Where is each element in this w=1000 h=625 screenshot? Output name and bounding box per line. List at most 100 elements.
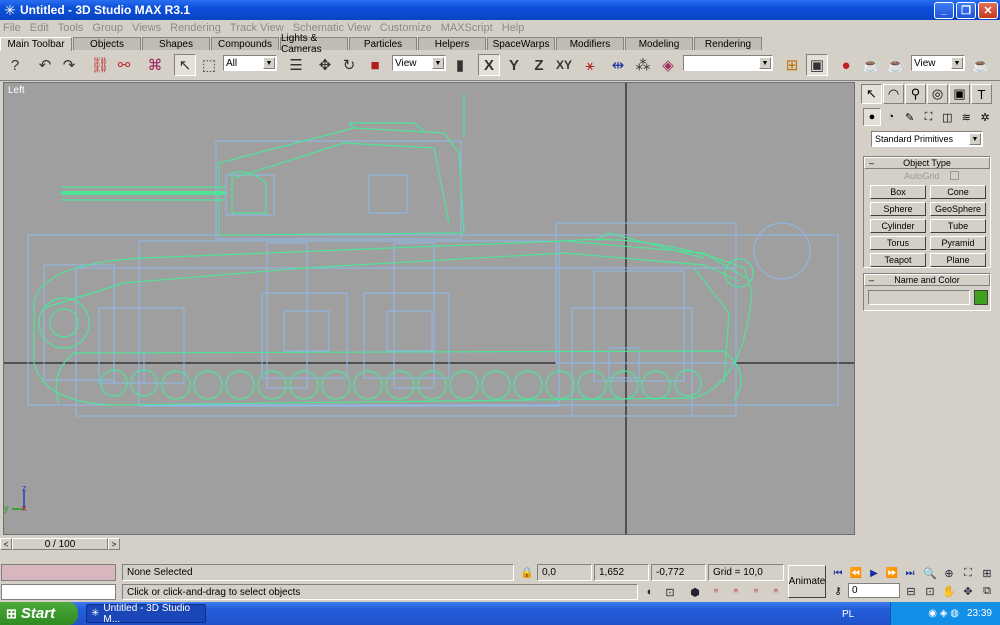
pyramid-button[interactable]: Pyramid (930, 236, 986, 250)
menu-maxscript[interactable]: MAXScript (441, 22, 493, 34)
angle-snap-icon[interactable]: ⊡ (662, 584, 678, 600)
lock-selection-icon[interactable]: 🔒 (520, 566, 534, 579)
key-mode-icon[interactable]: ⚷ (830, 584, 846, 598)
language-indicator[interactable]: PL (842, 609, 854, 620)
x-coordinate-field[interactable]: 0,0 (537, 564, 592, 581)
lights-icon[interactable]: ✎ (901, 108, 919, 126)
menu-group[interactable]: Group (92, 22, 123, 34)
viewport-label[interactable]: Left (8, 85, 25, 96)
tab-compounds[interactable]: Compounds (211, 37, 279, 50)
next-frame-icon[interactable]: ⏩ (884, 566, 900, 580)
time-slider-right-arrow[interactable]: > (108, 538, 120, 550)
start-button[interactable]: ⊞ Start (0, 602, 78, 625)
cone-button[interactable]: Cone (930, 185, 986, 199)
region-zoom-icon[interactable]: ⊡ (922, 583, 938, 599)
cameras-icon[interactable]: ⛶ (920, 108, 938, 126)
geometry-icon[interactable]: ● (863, 108, 881, 126)
left-viewport[interactable]: Left z y x (3, 82, 855, 535)
play-icon[interactable]: ▶ (866, 566, 882, 580)
snap-toggle-icon[interactable]: ◐ (642, 584, 658, 600)
time-slider-track[interactable] (120, 538, 855, 550)
close-button[interactable]: ✕ (978, 1, 998, 19)
min-max-toggle-icon[interactable]: ⧉ (979, 583, 995, 599)
time-slider-left-arrow[interactable]: < (0, 538, 12, 550)
time-slider-thumb[interactable]: 0 / 100 (12, 538, 108, 550)
goto-start-icon[interactable]: ⏮ (830, 566, 846, 580)
previous-frame-icon[interactable]: ⏪ (848, 566, 864, 580)
bind-to-spacewarp-icon[interactable]: ⌘ (144, 54, 166, 76)
reference-coordinate-select[interactable]: View ▼ (392, 55, 446, 71)
restrict-z-button[interactable]: Z (528, 54, 550, 76)
tab-lights-cameras[interactable]: Lights & Cameras (280, 33, 348, 55)
utilities-tab-icon[interactable]: T (971, 84, 992, 104)
menu-customize[interactable]: Customize (380, 22, 432, 34)
pan-icon[interactable]: ✋ (941, 583, 957, 599)
snap-percent-icon[interactable]: ⁿ (748, 584, 764, 600)
tab-spacewarps[interactable]: SpaceWarps (487, 37, 555, 50)
restrict-x-button[interactable]: X (478, 54, 500, 76)
select-by-name-icon[interactable]: ☰ (285, 54, 307, 76)
geometry-category-select[interactable]: Standard Primitives ▼ (871, 131, 983, 147)
menu-tools[interactable]: Tools (58, 22, 84, 34)
tab-shapes[interactable]: Shapes (142, 37, 210, 50)
align-icon[interactable]: ◈ (657, 54, 679, 76)
menu-help[interactable]: Help (502, 22, 525, 34)
object-color-swatch[interactable] (974, 290, 988, 305)
hierarchy-tab-icon[interactable]: ⚲ (905, 84, 926, 104)
taskbar-item-3dsmax[interactable]: ✳ Untitled - 3D Studio M... (86, 603, 206, 625)
z-coordinate-field[interactable]: -0,772 (651, 564, 706, 581)
systems-icon[interactable]: ✲ (976, 108, 994, 126)
inverse-kinematics-icon[interactable]: ⚹ (579, 54, 601, 76)
tray-icons[interactable]: ◉ ◈ ◍ (928, 608, 959, 619)
sphere-button[interactable]: Sphere (870, 202, 926, 216)
tab-modeling[interactable]: Modeling (625, 37, 693, 50)
mirror-icon[interactable]: ⇹ (607, 54, 629, 76)
snap-angle-icon[interactable]: ⁿ (728, 584, 744, 600)
quick-render-icon[interactable]: ☕ (885, 54, 907, 76)
clock[interactable]: 23:39 (967, 608, 992, 619)
create-tab-icon[interactable]: ↖ (861, 84, 882, 104)
restrict-y-button[interactable]: Y (503, 54, 525, 76)
max-app-icon[interactable]: ✳ (3, 3, 17, 17)
modify-tab-icon[interactable]: ◠ (883, 84, 904, 104)
teapot-button[interactable]: Teapot (870, 253, 926, 267)
object-type-header[interactable]: – Object Type (864, 157, 990, 169)
select-object-icon[interactable]: ↖ (174, 54, 196, 76)
tab-particles[interactable]: Particles (349, 37, 417, 50)
tab-rendering[interactable]: Rendering (694, 37, 762, 50)
select-and-rotate-icon[interactable]: ↻ (338, 54, 360, 76)
pivot-center-icon[interactable]: ▮ (449, 54, 471, 76)
torus-button[interactable]: Torus (870, 236, 926, 250)
restore-button[interactable]: ❐ (956, 1, 976, 19)
tab-objects[interactable]: Objects (73, 37, 141, 50)
animate-button[interactable]: Animate (788, 565, 826, 598)
select-and-link-icon[interactable]: ⛓ (89, 54, 111, 76)
render-scene-icon[interactable]: ☕ (860, 54, 882, 76)
helpers-icon[interactable]: ◫ (938, 108, 956, 126)
current-frame-field[interactable]: 0 (848, 583, 900, 598)
motion-tab-icon[interactable]: ◎ (927, 84, 948, 104)
object-name-field[interactable] (868, 290, 970, 305)
arc-rotate-icon[interactable]: ✥ (960, 583, 976, 599)
geosphere-button[interactable]: GeoSphere (930, 202, 986, 216)
tube-button[interactable]: Tube (930, 219, 986, 233)
spinner-snap-icon[interactable]: ⁿ (768, 584, 784, 600)
tab-helpers[interactable]: Helpers (418, 37, 486, 50)
spacewarps-icon[interactable]: ≋ (957, 108, 975, 126)
menu-track-view[interactable]: Track View (230, 22, 284, 34)
menu-views[interactable]: Views (132, 22, 161, 34)
render-last-icon[interactable]: ☕ (970, 54, 992, 76)
schematic-view-icon[interactable]: ▣ (806, 54, 828, 76)
render-type-select[interactable]: View ▼ (911, 55, 965, 71)
autogrid-checkbox[interactable] (950, 171, 959, 180)
zoom-extents-icon[interactable]: ⛶ (960, 565, 976, 581)
snap-3d-icon[interactable]: ⁿ (708, 584, 724, 600)
minimize-button[interactable]: _ (934, 1, 954, 19)
help-pointer-icon[interactable]: ? (4, 54, 26, 76)
cylinder-button[interactable]: Cylinder (870, 219, 926, 233)
shapes-icon[interactable]: ◔ (882, 108, 900, 126)
array-icon[interactable]: ⁂ (632, 54, 654, 76)
plane-button[interactable]: Plane (930, 253, 986, 267)
maxscript-listener-line[interactable] (1, 564, 116, 581)
display-tab-icon[interactable]: ▣ (949, 84, 970, 104)
